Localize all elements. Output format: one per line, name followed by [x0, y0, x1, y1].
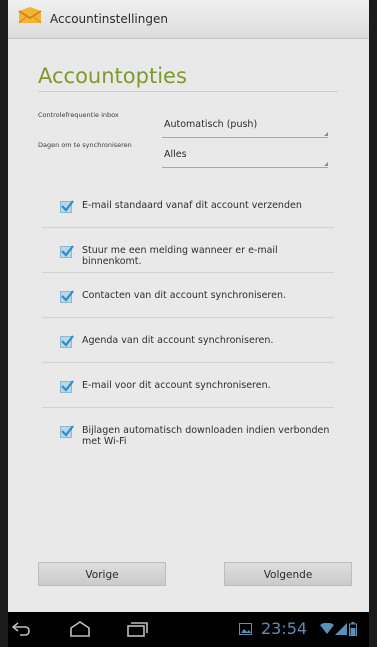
dropdown-caret-icon [324, 132, 328, 136]
checkbox-label: Contacten van dit account synchroniseren… [82, 290, 286, 301]
checkbox-checked-icon[interactable] [60, 335, 74, 348]
checkbox-label: Stuur me een melding wanneer er e-mail b… [82, 245, 278, 267]
checkbox-label: Bijlagen automatisch downloaden indien v… [82, 425, 330, 447]
checkbox-row-sync-contacts[interactable]: Contacten van dit account synchroniseren… [42, 290, 334, 318]
inbox-check-frequency-label: Controlefrequentie inbox [38, 111, 119, 119]
checkbox-label: E-mail voor dit account synchroniseren. [82, 380, 271, 391]
checkbox-checked-icon[interactable] [60, 245, 74, 258]
sync-days-select[interactable]: Alles [162, 143, 328, 168]
email-app-icon[interactable] [17, 5, 43, 27]
next-button[interactable]: Volgende [224, 562, 352, 586]
checkbox-checked-icon[interactable] [60, 290, 74, 303]
checkbox-label: E-mail standaard vanaf dit account verze… [82, 200, 302, 211]
checkbox-row-auto-download[interactable]: Bijlagen automatisch downloaden indien v… [42, 425, 334, 456]
checkbox-checked-icon[interactable] [60, 380, 74, 393]
checkbox-label: Agenda van dit account synchroniseren. [82, 335, 274, 346]
heading-divider [38, 91, 338, 92]
system-nav-bar: 23:54 [8, 612, 369, 647]
checkbox-checked-icon[interactable] [60, 200, 74, 213]
inbox-check-frequency-value: Automatisch (push) [164, 119, 258, 130]
signal-icon [335, 623, 347, 635]
dropdown-caret-icon [324, 162, 328, 166]
checkbox-row-notify[interactable]: Stuur me een melding wanneer er e-mail b… [42, 245, 334, 273]
wifi-icon [320, 623, 334, 634]
back-icon[interactable] [10, 620, 32, 638]
clock-time: 23:54 [261, 619, 308, 638]
gallery-notification-icon [239, 623, 252, 635]
checkbox-row-default-account[interactable]: E-mail standaard vanaf dit account verze… [42, 200, 334, 228]
checkbox-checked-icon[interactable] [60, 425, 74, 438]
previous-button[interactable]: Vorige [38, 562, 166, 586]
checkbox-row-sync-email[interactable]: E-mail voor dit account synchroniseren. [42, 380, 334, 408]
title-bar: Accountinstellingen [8, 0, 369, 39]
screen: Accountinstellingen Accountopties Contro… [8, 0, 369, 647]
checkbox-row-sync-calendar[interactable]: Agenda van dit account synchroniseren. [42, 335, 334, 363]
battery-icon [349, 622, 357, 636]
inbox-check-frequency-select[interactable]: Automatisch (push) [162, 113, 328, 138]
page-title: Accountopties [38, 64, 187, 88]
sync-days-value: Alles [164, 149, 187, 160]
window-title: Accountinstellingen [50, 12, 168, 26]
home-icon[interactable] [68, 620, 92, 638]
recent-apps-icon[interactable] [125, 620, 149, 638]
sync-days-label: Dagen om te synchroniseren [38, 141, 132, 149]
